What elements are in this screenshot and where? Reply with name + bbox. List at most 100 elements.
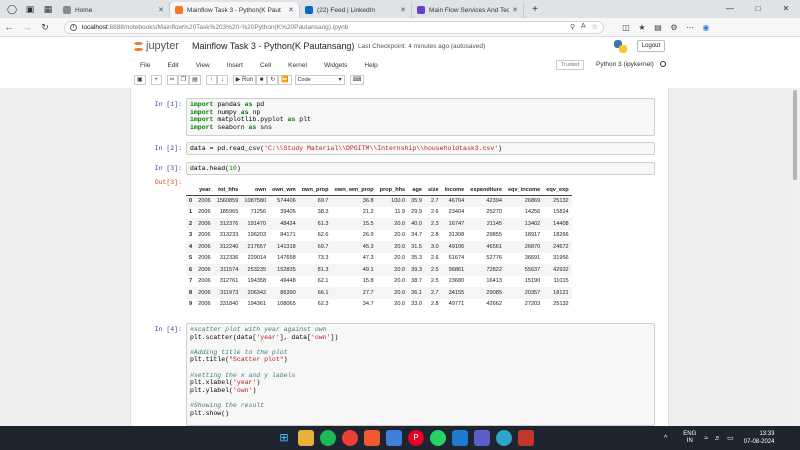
- extensions-icon[interactable]: ⚙: [666, 23, 682, 32]
- clock[interactable]: 13:33 07-08-2024: [744, 430, 775, 446]
- menu-kernel[interactable]: Kernel: [288, 62, 307, 69]
- menu-file[interactable]: File: [140, 62, 150, 69]
- back-icon[interactable]: ←: [0, 22, 18, 32]
- close-icon[interactable]: ✕: [288, 6, 294, 14]
- table-cell: 2.8: [430, 301, 439, 308]
- code-cell-head[interactable]: data.head(10): [186, 162, 655, 175]
- move-down-icon[interactable]: ↓: [216, 75, 228, 85]
- logout-button[interactable]: Logout: [637, 40, 665, 52]
- menu-insert[interactable]: Insert: [227, 62, 243, 69]
- new-tab-icon[interactable]: +: [528, 4, 542, 15]
- language-indicator[interactable]: ENG IN: [683, 431, 696, 445]
- run-button[interactable]: ▶ Run: [232, 75, 257, 85]
- maximize-icon[interactable]: □: [744, 0, 772, 18]
- move-up-icon[interactable]: ↑: [205, 75, 217, 85]
- table-cell: 48424: [280, 220, 296, 227]
- table-cell: 42394: [486, 198, 502, 204]
- table-cell: 49106: [448, 243, 465, 250]
- table-cell: 25132: [553, 301, 569, 308]
- edge-icon[interactable]: [496, 430, 512, 446]
- scrollbar-thumb[interactable]: [793, 90, 797, 180]
- vscode-icon[interactable]: [452, 430, 468, 446]
- paste-icon[interactable]: ▤: [189, 75, 201, 85]
- menu-widgets[interactable]: Widgets: [324, 62, 347, 69]
- start-icon[interactable]: ⊞: [276, 430, 292, 446]
- more-icon[interactable]: ⋯: [682, 23, 698, 32]
- minimize-icon[interactable]: —: [716, 0, 744, 18]
- menu-edit[interactable]: Edit: [167, 62, 178, 69]
- profile-icon[interactable]: ◯: [6, 3, 18, 15]
- tab-label: (22) Feed | LinkedIn: [317, 6, 376, 14]
- code-cell-scatter[interactable]: #scatter plot with year against own plt.…: [186, 323, 655, 426]
- jupyter-logo[interactable]: jupyter: [134, 40, 179, 52]
- store-icon[interactable]: [474, 430, 490, 446]
- search-icon[interactable]: ⚲: [570, 23, 575, 31]
- spotify-icon[interactable]: [320, 430, 336, 446]
- table-cell: 26870: [524, 243, 541, 250]
- table-cell: 14408: [553, 220, 569, 227]
- workspaces-icon[interactable]: ▣: [24, 3, 36, 15]
- notebook-title[interactable]: Mainflow Task 3 - Python(K Pautansang): [192, 41, 354, 51]
- menu-view[interactable]: View: [196, 62, 210, 69]
- close-icon[interactable]: ✕: [400, 6, 406, 14]
- command-palette-icon[interactable]: ⌨: [349, 75, 365, 85]
- tab-mainflow[interactable]: Main Flow Services And Technolo ✕: [412, 2, 524, 18]
- copy-icon[interactable]: ❐: [177, 75, 190, 85]
- table-cell: 15.5: [362, 220, 374, 227]
- page-scrollbar[interactable]: [790, 88, 800, 426]
- cell-type-select[interactable]: Code: [294, 75, 345, 85]
- menu-cell[interactable]: Cell: [260, 62, 271, 69]
- table-cell: 29085: [486, 289, 502, 296]
- volume-icon[interactable]: ♬: [714, 435, 721, 442]
- restart-icon[interactable]: ↻: [267, 75, 279, 85]
- copilot-icon[interactable]: ◉: [698, 23, 714, 32]
- pinterest-icon[interactable]: P: [408, 430, 424, 446]
- interrupt-icon[interactable]: ■: [256, 75, 268, 85]
- insert-cell-icon[interactable]: +: [150, 75, 162, 85]
- tab-notebook[interactable]: Mainflow Task 3 - Python(K Paut ✕: [170, 2, 300, 18]
- cut-icon[interactable]: ✂: [166, 75, 178, 85]
- code-cell-imports[interactable]: import pandas as pd import numpy as np i…: [186, 98, 655, 136]
- file-explorer-icon[interactable]: [298, 430, 314, 446]
- favorites-icon[interactable]: ★: [634, 23, 650, 32]
- brave-icon[interactable]: [364, 430, 380, 446]
- close-icon[interactable]: ✕: [512, 6, 518, 14]
- table-cell: 15190: [524, 278, 541, 285]
- favorite-star-icon[interactable]: ☆: [592, 23, 598, 31]
- table-row: 8 2006 311973 206342 86390 66.1 27.7 20.0 36.1 2.…: [186, 287, 572, 299]
- tab-home[interactable]: Home ✕: [58, 2, 170, 18]
- info-icon[interactable]: i: [70, 23, 77, 31]
- snipping-tool-icon[interactable]: [518, 430, 534, 446]
- table-cell: 2006: [198, 301, 211, 308]
- battery-icon[interactable]: ▭: [727, 434, 734, 442]
- forward-icon[interactable]: →: [18, 22, 36, 32]
- table-cell: 574406: [277, 198, 296, 204]
- photos-icon[interactable]: [386, 430, 402, 446]
- tab-linkedin[interactable]: (22) Feed | LinkedIn ✕: [300, 2, 412, 18]
- table-cell: 253235: [247, 266, 267, 273]
- table-cell: 206342: [247, 289, 267, 296]
- lang-code: ENG: [683, 431, 697, 437]
- close-icon[interactable]: ✕: [158, 6, 164, 14]
- menu-help[interactable]: Help: [364, 62, 377, 69]
- address-bar: ← → ↻ i localhost :8888/notebooks/Mainfl…: [0, 18, 800, 37]
- collections-icon[interactable]: ▤: [650, 23, 666, 32]
- url-input[interactable]: i localhost :8888/notebooks/Mainflow%20T…: [64, 20, 604, 34]
- save-icon[interactable]: ▣: [134, 75, 146, 85]
- read-aloud-icon[interactable]: A: [581, 23, 586, 31]
- trusted-badge[interactable]: Trusted: [556, 60, 584, 70]
- close-window-icon[interactable]: ✕: [772, 0, 800, 18]
- tab-actions-icon[interactable]: ▦: [42, 3, 54, 15]
- table-cell: 2006: [198, 243, 211, 250]
- table-cell: 2.6: [430, 255, 439, 262]
- whatsapp-icon[interactable]: [430, 430, 446, 446]
- kernel-indicator[interactable]: Python 3 (ipykernel): [596, 61, 666, 68]
- code-cell-read-csv[interactable]: data = pd.read_csv('C:\\Study Material\\…: [186, 142, 655, 155]
- refresh-icon[interactable]: ↻: [36, 22, 54, 33]
- chrome-icon[interactable]: [342, 430, 358, 446]
- wifi-icon[interactable]: ≈: [704, 435, 708, 442]
- split-screen-icon[interactable]: ◫: [618, 23, 634, 32]
- restart-run-all-icon[interactable]: ⏩: [278, 75, 292, 85]
- table-cell: 71256: [250, 209, 267, 216]
- chevron-up-icon[interactable]: ^: [664, 435, 667, 442]
